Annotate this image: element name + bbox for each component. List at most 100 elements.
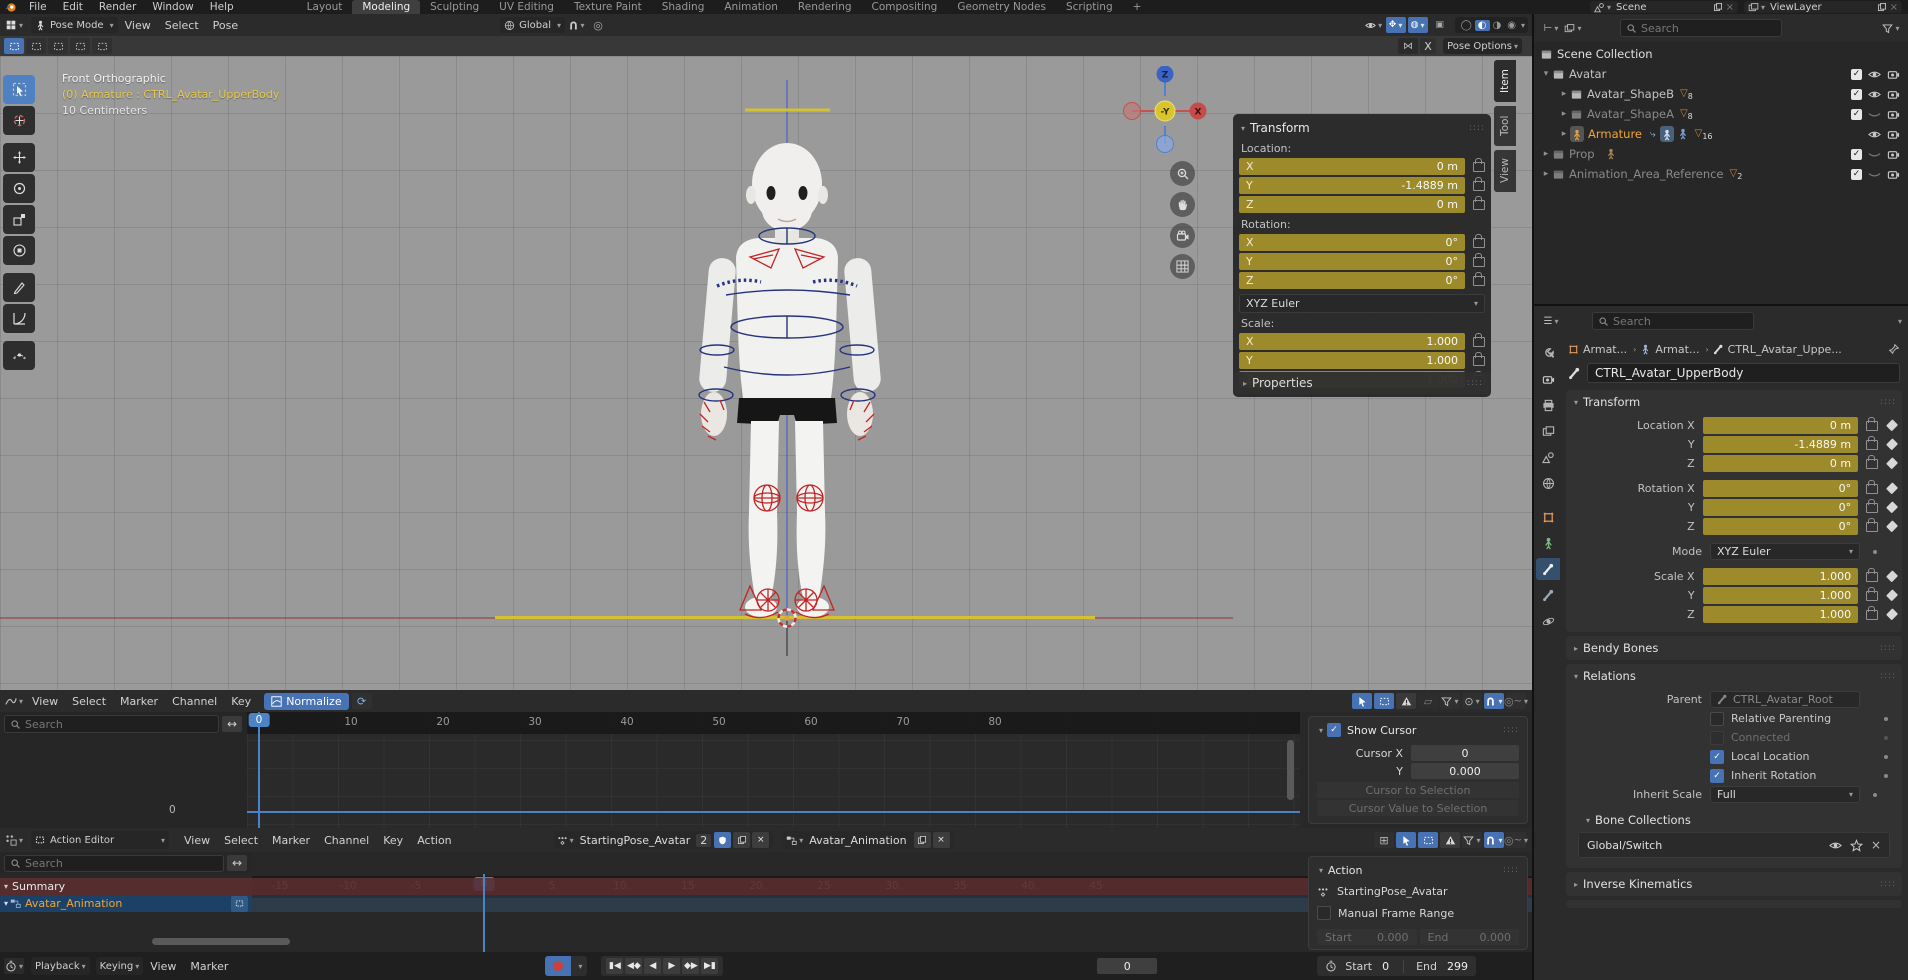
lock-icon[interactable]	[1473, 200, 1485, 210]
eye-icon[interactable]	[1868, 128, 1881, 141]
cursor-x-field[interactable]: 0	[1411, 745, 1519, 761]
auto-keying-dropdown[interactable]: ▾	[571, 956, 587, 976]
workspace-tab-uvediting[interactable]: UV Editing	[489, 0, 564, 14]
lock-icon[interactable]	[1866, 503, 1877, 513]
keyframe-diamond-icon[interactable]	[1886, 608, 1898, 620]
graph-menu-view[interactable]: View	[25, 695, 65, 708]
add-workspace-button[interactable]: +	[1123, 0, 1152, 14]
dope-playhead[interactable]	[483, 874, 485, 952]
workspace-tab-shading[interactable]: Shading	[652, 0, 715, 14]
shading-solid-icon[interactable]: ◐	[1475, 20, 1490, 31]
menu-help[interactable]: Help	[202, 1, 242, 13]
camera-render-icon[interactable]	[1887, 128, 1900, 141]
camera-render-icon[interactable]	[1887, 148, 1900, 161]
workspace-tab-modeling[interactable]: Modeling	[352, 0, 420, 14]
dope-menu-marker[interactable]: Marker	[265, 834, 317, 847]
lock-icon[interactable]	[1473, 238, 1485, 248]
cursor-y-field[interactable]: 0.000	[1411, 763, 1519, 779]
mode-selector[interactable]: Pose Mode▾	[31, 17, 118, 33]
keying-menu[interactable]: Keying▾	[96, 957, 144, 975]
channel-solo-icon[interactable]	[231, 896, 248, 912]
expand-icon[interactable]: ▸	[1558, 129, 1570, 139]
properties-search-input[interactable]: Search	[1592, 312, 1754, 330]
dope-box-select-icon[interactable]	[1418, 832, 1438, 848]
location-y-field[interactable]: Y-1.4889 m	[1239, 177, 1465, 194]
tool-rotate[interactable]	[3, 174, 35, 203]
select-mode-new-icon[interactable]	[4, 38, 24, 54]
local-location-checkbox[interactable]: ✓	[1710, 750, 1724, 764]
viewport-menu-pose[interactable]: Pose	[206, 19, 245, 32]
graph-menu-select[interactable]: Select	[65, 695, 113, 708]
tab-bone[interactable]	[1536, 558, 1560, 580]
outliner-row-avatar-shapea[interactable]: ▸ Avatar_ShapeA ▽8 ✓	[1534, 104, 1908, 124]
lock-icon[interactable]	[1473, 162, 1485, 172]
normalize-refresh-icon[interactable]: ⟳	[352, 693, 372, 709]
location-z-field[interactable]: Z0 m	[1239, 196, 1465, 213]
graph-menu-channel[interactable]: Channel	[165, 695, 224, 708]
menu-file[interactable]: File	[21, 1, 55, 13]
proportional-edit-icon[interactable]: ◎	[588, 17, 608, 33]
action-users-count[interactable]: 2	[696, 834, 711, 847]
bone-rotation-z[interactable]: 0°	[1703, 518, 1858, 535]
outliner-row-animation-area-reference[interactable]: ▸ Animation_Area_Reference ▽2 ✓	[1534, 164, 1908, 184]
outliner-filter-icon[interactable]: ▾	[1881, 20, 1901, 36]
rotation-x-field[interactable]: X0°	[1239, 234, 1465, 251]
rotation-z-field[interactable]: Z0°	[1239, 272, 1465, 289]
pan-hand-button[interactable]	[1170, 192, 1195, 217]
expand-icon[interactable]: ▸	[1558, 109, 1570, 119]
tab-tool[interactable]	[1536, 342, 1560, 364]
summary-row[interactable]: ▾ Summary	[0, 878, 1532, 895]
camera-view-button[interactable]	[1170, 223, 1195, 248]
mirror-x-toggle[interactable]: X	[1420, 38, 1436, 54]
tab-world[interactable]	[1536, 472, 1560, 494]
workspace-tab-texturepaint[interactable]: Texture Paint	[564, 0, 652, 14]
auto-keying-record-button[interactable]	[545, 956, 571, 976]
tab-bone-constraints[interactable]	[1536, 584, 1560, 606]
dope-menu-select[interactable]: Select	[217, 834, 265, 847]
animate-dot[interactable]	[1873, 793, 1877, 797]
select-mode-extend-icon[interactable]	[26, 38, 46, 54]
workspace-tab-rendering[interactable]: Rendering	[788, 0, 862, 14]
graph-playhead-badge[interactable]: 0	[249, 713, 270, 727]
tool-move[interactable]	[3, 143, 35, 172]
dope-hscrollbar[interactable]	[152, 938, 290, 945]
dope-tweak-tool-icon[interactable]	[1396, 832, 1416, 848]
dope-filter-icon[interactable]: ▾	[1462, 832, 1482, 848]
outliner-row-scene-collection[interactable]: Scene Collection	[1534, 44, 1908, 64]
character-model[interactable]	[640, 80, 940, 656]
graph-menu-marker[interactable]: Marker	[113, 695, 165, 708]
perspective-toggle-button[interactable]	[1170, 254, 1195, 279]
star-icon[interactable]	[1850, 839, 1863, 852]
tab-object[interactable]	[1536, 506, 1560, 528]
tab-render[interactable]	[1536, 368, 1560, 390]
tab-view-layer[interactable]	[1536, 420, 1560, 442]
normalize-toggle[interactable]: Normalize	[264, 693, 348, 710]
end-frame-field[interactable]: 299	[1447, 960, 1468, 973]
xray-toggle-icon[interactable]: ▣	[1430, 17, 1450, 33]
viewport-menu-view[interactable]: View	[118, 19, 158, 32]
relative-parenting-checkbox[interactable]	[1710, 712, 1724, 726]
rotation-mode-dropdown[interactable]: XYZ Euler▾	[1710, 543, 1860, 560]
camera-render-icon[interactable]	[1887, 88, 1900, 101]
sidebar-tab-tool[interactable]: Tool	[1494, 106, 1516, 146]
show-cursor-checkbox[interactable]: ✓	[1327, 723, 1341, 737]
lock-icon[interactable]	[1473, 181, 1485, 191]
graph-ghost-curves-icon[interactable]: ▱	[1418, 693, 1438, 709]
keyframe-diamond-icon[interactable]	[1886, 438, 1898, 450]
collection-checkbox[interactable]: ✓	[1851, 109, 1862, 120]
unlink-action-icon[interactable]: ×	[752, 832, 769, 848]
lock-icon[interactable]	[1473, 356, 1485, 366]
start-frame-field[interactable]: 0	[1382, 960, 1389, 973]
editor-type-timeline-icon[interactable]: ▾	[4, 958, 24, 974]
graph-ruler[interactable]: 10 20 30 40 50 60 70 80	[247, 712, 1300, 734]
workspace-tab-geometrynodes[interactable]: Geometry Nodes	[947, 0, 1056, 14]
properties-collapsed-panel[interactable]: ▸Properties ::::	[1233, 372, 1491, 394]
eye-icon[interactable]	[1868, 88, 1881, 101]
bone-scale-y[interactable]: 1.000	[1703, 587, 1858, 604]
graph-filter-icon[interactable]: ▾	[1440, 693, 1460, 709]
expand-icon[interactable]: ▾	[1540, 69, 1552, 79]
tool-measure[interactable]	[3, 304, 35, 333]
eye-closed-icon[interactable]	[1868, 108, 1881, 121]
lock-icon[interactable]	[1473, 276, 1485, 286]
expand-icon[interactable]: ▸	[1558, 89, 1570, 99]
